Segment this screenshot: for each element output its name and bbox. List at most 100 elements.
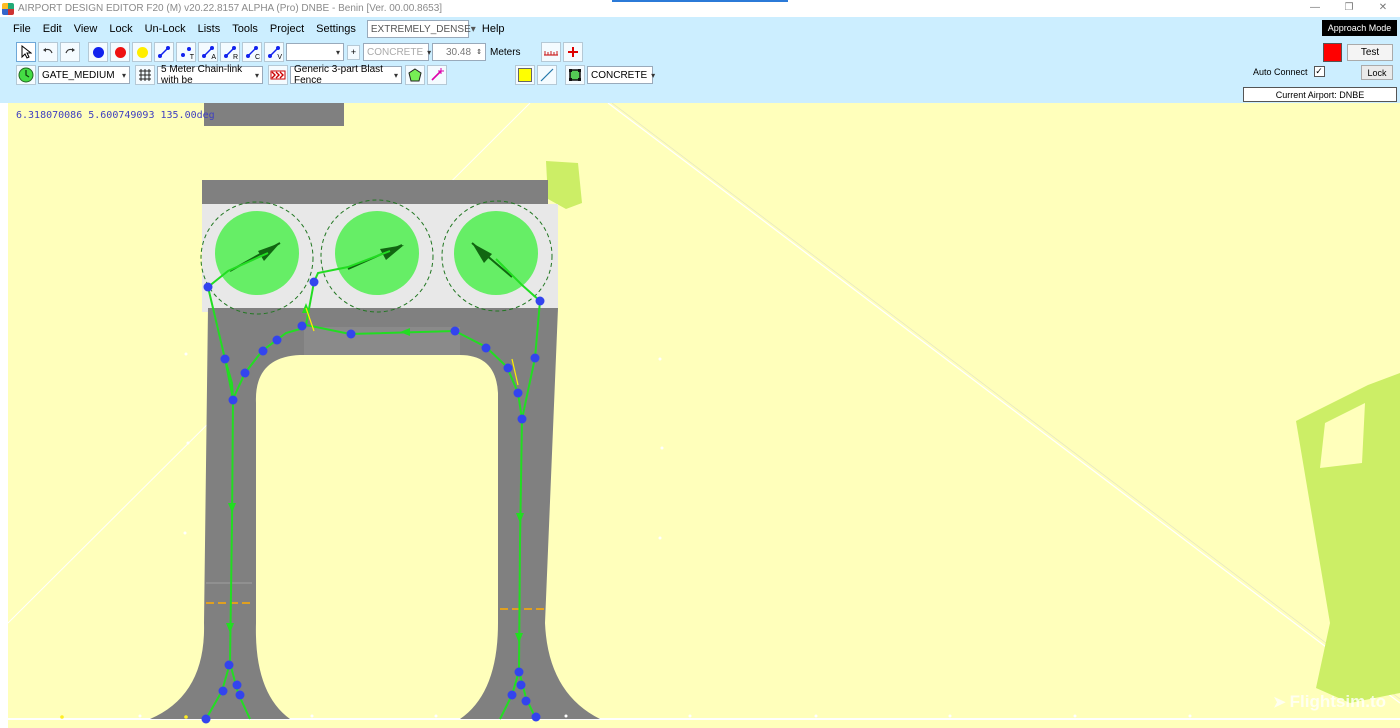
taxi-node[interactable] <box>218 686 228 696</box>
cursor-arrow-icon <box>21 45 32 59</box>
chevron-down-icon: ▾ <box>427 47 432 57</box>
menu-unlock[interactable]: Un-Lock <box>140 21 191 37</box>
fence-tool-button[interactable] <box>135 65 155 85</box>
taxi-node[interactable] <box>346 329 356 339</box>
taxi-node[interactable] <box>228 395 238 405</box>
taxi-node[interactable] <box>503 363 513 373</box>
chevron-down-icon: ▾ <box>393 70 398 80</box>
measure-button[interactable] <box>540 42 561 62</box>
test-button[interactable]: Test <box>1347 44 1393 61</box>
blue-node-button[interactable] <box>88 42 108 62</box>
menu-tools[interactable]: Tools <box>227 21 263 37</box>
menu-file[interactable]: File <box>8 21 36 37</box>
chevron-down-icon: ▾ <box>335 47 340 57</box>
gate-tool-button[interactable] <box>16 65 36 85</box>
apron-color-button[interactable] <box>515 65 535 85</box>
gate-type-select[interactable]: GATE_MEDIUM ▾ <box>38 66 130 84</box>
link-c-button[interactable]: C <box>242 42 262 62</box>
close-icon[interactable]: ✕ <box>1366 0 1400 17</box>
watermark: ➤ Flightsim.to <box>1273 692 1386 712</box>
taxi-node[interactable] <box>481 343 491 353</box>
apron-tool-button[interactable] <box>565 65 585 85</box>
taxi-node[interactable] <box>507 690 517 700</box>
taxi-node[interactable] <box>535 296 545 306</box>
blast-fence-select[interactable]: Generic 3-part Blast Fence ▾ <box>290 64 402 86</box>
taxi-node[interactable] <box>201 714 211 724</box>
taxi-link-button[interactable] <box>154 42 174 62</box>
taxi-node[interactable] <box>516 680 526 690</box>
menu-project[interactable]: Project <box>265 21 309 37</box>
density-select[interactable]: EXTREMELY_DENSE ▾ <box>366 20 476 38</box>
coordinate-readout: 6.318070086 5.600749093 135.00deg <box>16 110 215 121</box>
map-svg[interactable] <box>0 103 1400 728</box>
auto-connect-label: Auto Connect <box>1253 66 1308 77</box>
taxi-node[interactable] <box>258 346 268 356</box>
lock-button[interactable]: Lock <box>1361 65 1393 80</box>
menu-lists[interactable]: Lists <box>193 21 226 37</box>
restore-icon[interactable]: ❐ <box>1332 0 1366 17</box>
taxi-node[interactable] <box>297 321 307 331</box>
spinner-arrows-icon: ⇕ <box>476 49 482 56</box>
surface-select[interactable]: CONCRETE ▾ <box>363 43 432 61</box>
link-a-button[interactable]: A <box>198 42 218 62</box>
fence-type-select[interactable]: 5 Meter Chain-link with be ▾ <box>157 64 263 86</box>
fence-grid-icon <box>139 69 151 81</box>
link-v-letter: V <box>277 54 282 61</box>
taxi-node[interactable] <box>203 282 213 292</box>
magic-wand-button[interactable] <box>427 65 447 85</box>
auto-connect-toggle[interactable]: Auto Connect ✓ <box>1253 66 1325 77</box>
approach-mode-button[interactable]: Approach Mode <box>1322 20 1397 36</box>
taxi-node[interactable] <box>517 414 527 424</box>
taxi-node[interactable] <box>521 696 531 706</box>
taxi-node[interactable] <box>531 712 541 722</box>
red-node-button[interactable] <box>110 42 130 62</box>
guide-line <box>607 103 1400 704</box>
taxi-node[interactable] <box>530 353 540 363</box>
taxi-node[interactable] <box>240 368 250 378</box>
undo-button[interactable] <box>38 42 58 62</box>
auto-connect-checkbox[interactable]: ✓ <box>1313 66 1325 77</box>
blast-fence-tool-button[interactable] <box>268 65 288 85</box>
add-marker-button[interactable] <box>562 42 583 62</box>
menu-bar: File Edit View Lock Un-Lock Lists Tools … <box>8 20 512 38</box>
menu-help[interactable]: Help <box>477 21 510 37</box>
toolbar-row-2: GATE_MEDIUM ▾ 5 Meter Chain-link with be ▾… <box>16 64 656 86</box>
taxi-node[interactable] <box>235 690 245 700</box>
width-spinner[interactable]: 30.48 ⇕ <box>432 43 486 61</box>
width-unit-label: Meters <box>490 46 521 58</box>
add-taxi-name-button[interactable]: + <box>347 44 360 60</box>
taxi-name-select[interactable]: ▾ <box>286 43 344 61</box>
taxi-node[interactable] <box>272 335 282 345</box>
redo-button[interactable] <box>60 42 80 62</box>
menu-lock[interactable]: Lock <box>104 21 137 37</box>
toolbar-area: File Edit View Lock Un-Lock Lists Tools … <box>0 17 1400 103</box>
taxi-node[interactable] <box>450 326 460 336</box>
blue-node-icon <box>92 46 104 58</box>
yellow-node-button[interactable] <box>132 42 152 62</box>
link-r-button[interactable]: R <box>220 42 240 62</box>
taxi-node[interactable] <box>514 667 524 677</box>
color-swatch[interactable] <box>1323 43 1342 62</box>
line-tool-button[interactable] <box>537 65 557 85</box>
magic-wand-icon <box>431 68 444 81</box>
select-tool-button[interactable] <box>16 42 36 62</box>
apron-surface-value: CONCRETE <box>591 69 648 81</box>
menu-view[interactable]: View <box>69 21 103 37</box>
taxi-node[interactable] <box>309 277 319 287</box>
minimize-icon[interactable]: — <box>1298 0 1332 17</box>
density-value: EXTREMELY_DENSE <box>370 23 471 35</box>
menu-edit[interactable]: Edit <box>38 21 67 37</box>
taxi-node[interactable] <box>220 354 230 364</box>
taxi-node[interactable] <box>224 660 234 670</box>
edge-lights <box>138 352 1192 718</box>
chevron-down-icon: ▾ <box>470 23 476 35</box>
menu-settings[interactable]: Settings <box>311 21 361 37</box>
taxi-node[interactable] <box>513 388 523 398</box>
link-v-button[interactable]: V <box>264 42 284 62</box>
polygon-tool-button[interactable] <box>405 65 425 85</box>
apron-surface-select[interactable]: CONCRETE ▾ <box>587 66 655 84</box>
map-canvas[interactable]: 6.318070086 5.600749093 135.00deg ➤ Flig… <box>0 103 1400 728</box>
taxi-node[interactable] <box>232 680 242 690</box>
link-t-button[interactable]: T <box>176 42 196 62</box>
blast-fence-icon <box>270 70 286 80</box>
